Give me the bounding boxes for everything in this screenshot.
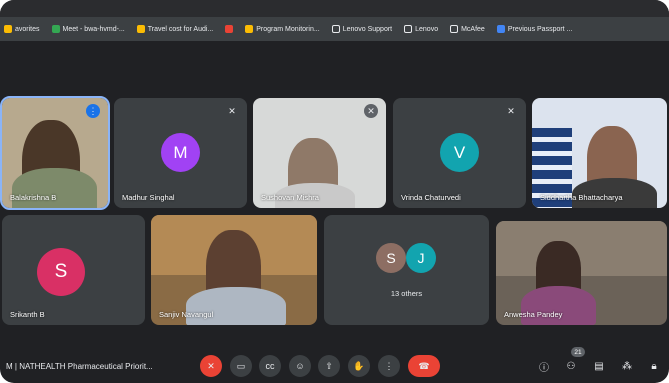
avatar: S [37,248,85,296]
participant-name: Vrinda Chaturvedi [401,193,461,202]
mic-off-icon: ✕ [228,105,236,116]
bookmarks-bar: avorites Meet - bwa-hvmd-... Travel cost… [0,17,669,41]
mic-toggle-button[interactable]: ✕ [200,355,222,377]
app-icon [225,25,234,33]
participant-tile-anwesha[interactable]: Anwesha Pandey [496,221,667,325]
room-background [496,221,667,276]
mic-off-icon: ✕ [364,104,378,118]
participant-name: Siddhartha Bhattacharya [540,193,623,202]
star-icon [4,25,12,33]
participant-name: Balakrishna B [10,193,57,202]
bookmark-favorites[interactable]: avorites [4,25,40,33]
info-icon[interactable]: ⓘ [536,358,552,374]
bookmark-mcafee[interactable]: McAfee [450,25,485,33]
avatar: M [161,133,200,172]
participant-name: Madhur Singhal [122,193,175,202]
avatar: S [376,243,406,273]
avatar: J [406,243,436,273]
drive-icon [245,25,254,33]
participant-tile-balakrishna[interactable]: ⋮ Balakrishna B [0,96,110,210]
participant-tile-sushovan[interactable]: ✕ Sushovan Mishra [253,98,386,208]
participant-tile-others[interactable]: S J 13 others [324,215,489,325]
participant-tile-madhur[interactable]: M ✕ Madhur Singhal [114,98,247,208]
meeting-title: M | NATHEALTH Pharmaceutical Priorit... [6,362,153,371]
emoji-button[interactable]: ☺ [289,355,311,377]
chat-icon[interactable]: ▤ [591,358,607,374]
participant-tile-srikanth[interactable]: S Srikanth B [2,215,145,325]
camera-toggle-button[interactable]: ▭ [230,355,252,377]
avatar: V [440,133,479,172]
participant-name: Sushovan Mishra [261,193,319,202]
more-options-button[interactable]: ⋮ [378,355,400,377]
bookmark-lenovo-support[interactable]: Lenovo Support [331,25,392,33]
bookmark-program-monitoring[interactable]: Program Monitorin... [245,25,320,33]
participant-tile-vrinda[interactable]: V ✕ Vrinda Chaturvedi [393,98,526,208]
people-icon[interactable]: ⚇ [563,358,579,374]
raise-hand-button[interactable]: ✋ [348,355,370,377]
participant-shirt [186,287,286,325]
participant-tile-siddhartha[interactable]: Siddhartha Bhattacharya [532,98,667,208]
participant-tile-sanjiv[interactable]: Sanjiv Navangul [151,215,317,325]
bookmark-passport[interactable]: Previous Passport ... [496,25,572,33]
page-icon [450,25,459,33]
captions-button[interactable]: cc [259,355,281,377]
bookmark-meet[interactable]: Meet - bwa-hvmd-... [51,25,125,33]
participant-name: Sanjiv Navangul [159,310,214,319]
participant-name: Srikanth B [10,310,45,319]
browser-address-strip [0,0,669,17]
leave-call-button[interactable]: ☎ [408,355,440,377]
present-button[interactable]: ⇧ [318,355,340,377]
meet-window: avorites Meet - bwa-hvmd-... Travel cost… [0,0,669,383]
activities-icon[interactable]: ⁂ [619,358,635,374]
mic-off-icon: ✕ [507,105,515,116]
drive-icon [136,25,145,33]
bookmark-app[interactable] [225,25,234,33]
participant-shirt [521,286,596,325]
others-count-label: 13 others [390,289,423,298]
host-controls-icon[interactable]: 🔒︎ [646,358,662,374]
participant-shirt [12,168,97,208]
call-controls-bar: M | NATHEALTH Pharmaceutical Priorit... … [0,343,669,383]
bookmark-travel-cost[interactable]: Travel cost for Audi... [136,25,213,33]
page-icon [404,25,413,33]
speaking-indicator-icon: ⋮ [86,104,100,118]
meet-icon [51,25,60,33]
page-icon [331,25,340,33]
people-count-badge: 21 [571,347,585,357]
participant-name: Anwesha Pandey [504,310,563,319]
passport-icon [496,25,505,33]
bookmark-lenovo[interactable]: Lenovo [404,25,438,33]
